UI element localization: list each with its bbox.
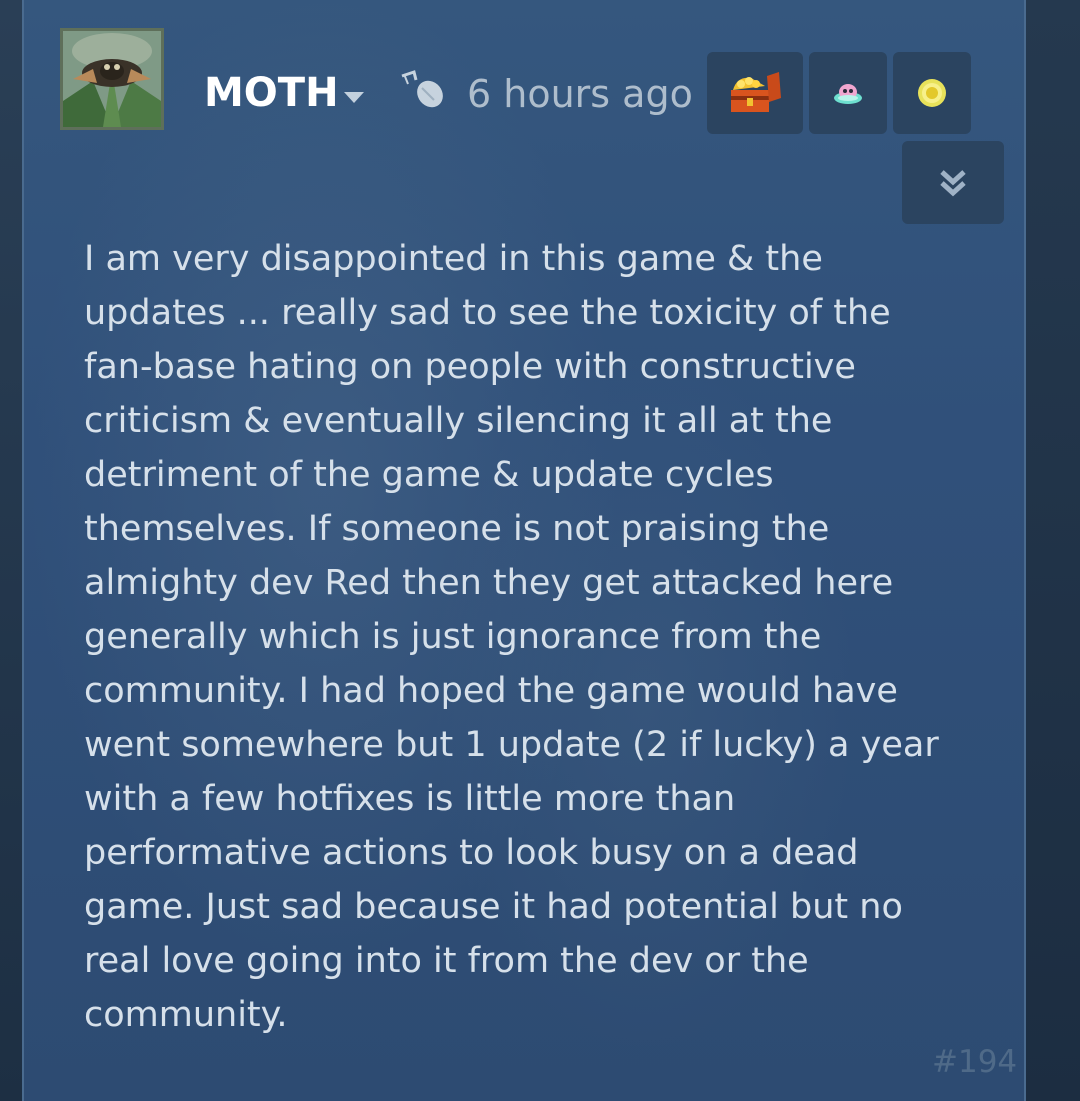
gold-coin-icon (918, 79, 946, 107)
award-badge-coin[interactable] (893, 52, 971, 134)
pink-creature-icon (834, 84, 862, 104)
award-badge-creature[interactable] (809, 52, 887, 134)
expand-awards-button[interactable] (902, 141, 1004, 224)
award-badge-treasure[interactable] (707, 52, 803, 134)
mouse-icon (398, 70, 446, 110)
moth-avatar-image (63, 31, 161, 127)
comment-card: MOTH 6 hours ago I am very disappointed … (22, 0, 1026, 1101)
comment-timestamp: 6 hours ago (467, 72, 693, 116)
chevron-down-icon[interactable] (344, 92, 364, 103)
double-chevron-down-icon (940, 169, 966, 196)
user-avatar[interactable] (60, 28, 164, 130)
background-edge-left (0, 0, 22, 1101)
background-edge-right (1026, 0, 1080, 1101)
treasure-chest-icon (731, 72, 781, 112)
comment-body: I am very disappointed in this game & th… (84, 239, 939, 1035)
comment-number[interactable]: #194 (932, 1042, 1017, 1082)
comment-author[interactable]: MOTH (204, 70, 339, 116)
